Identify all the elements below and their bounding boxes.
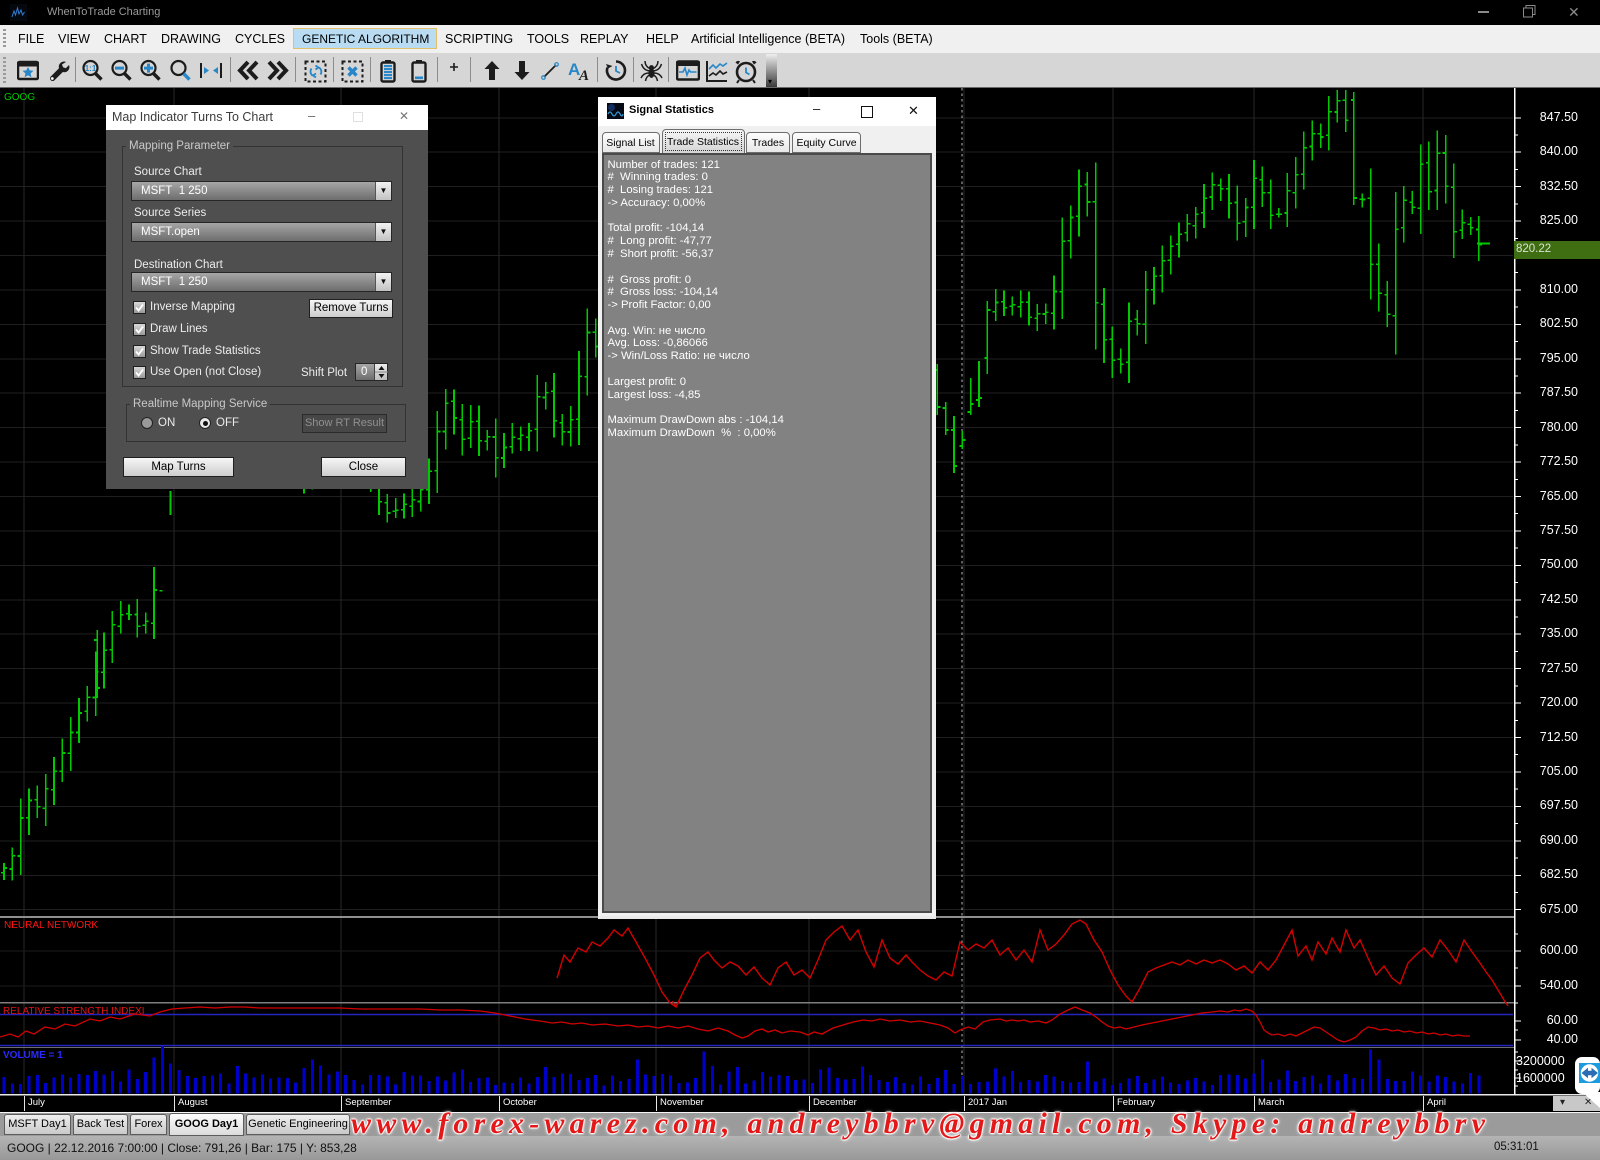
svg-text:A: A <box>578 68 589 84</box>
svg-text:1:1: 1:1 <box>85 64 97 73</box>
